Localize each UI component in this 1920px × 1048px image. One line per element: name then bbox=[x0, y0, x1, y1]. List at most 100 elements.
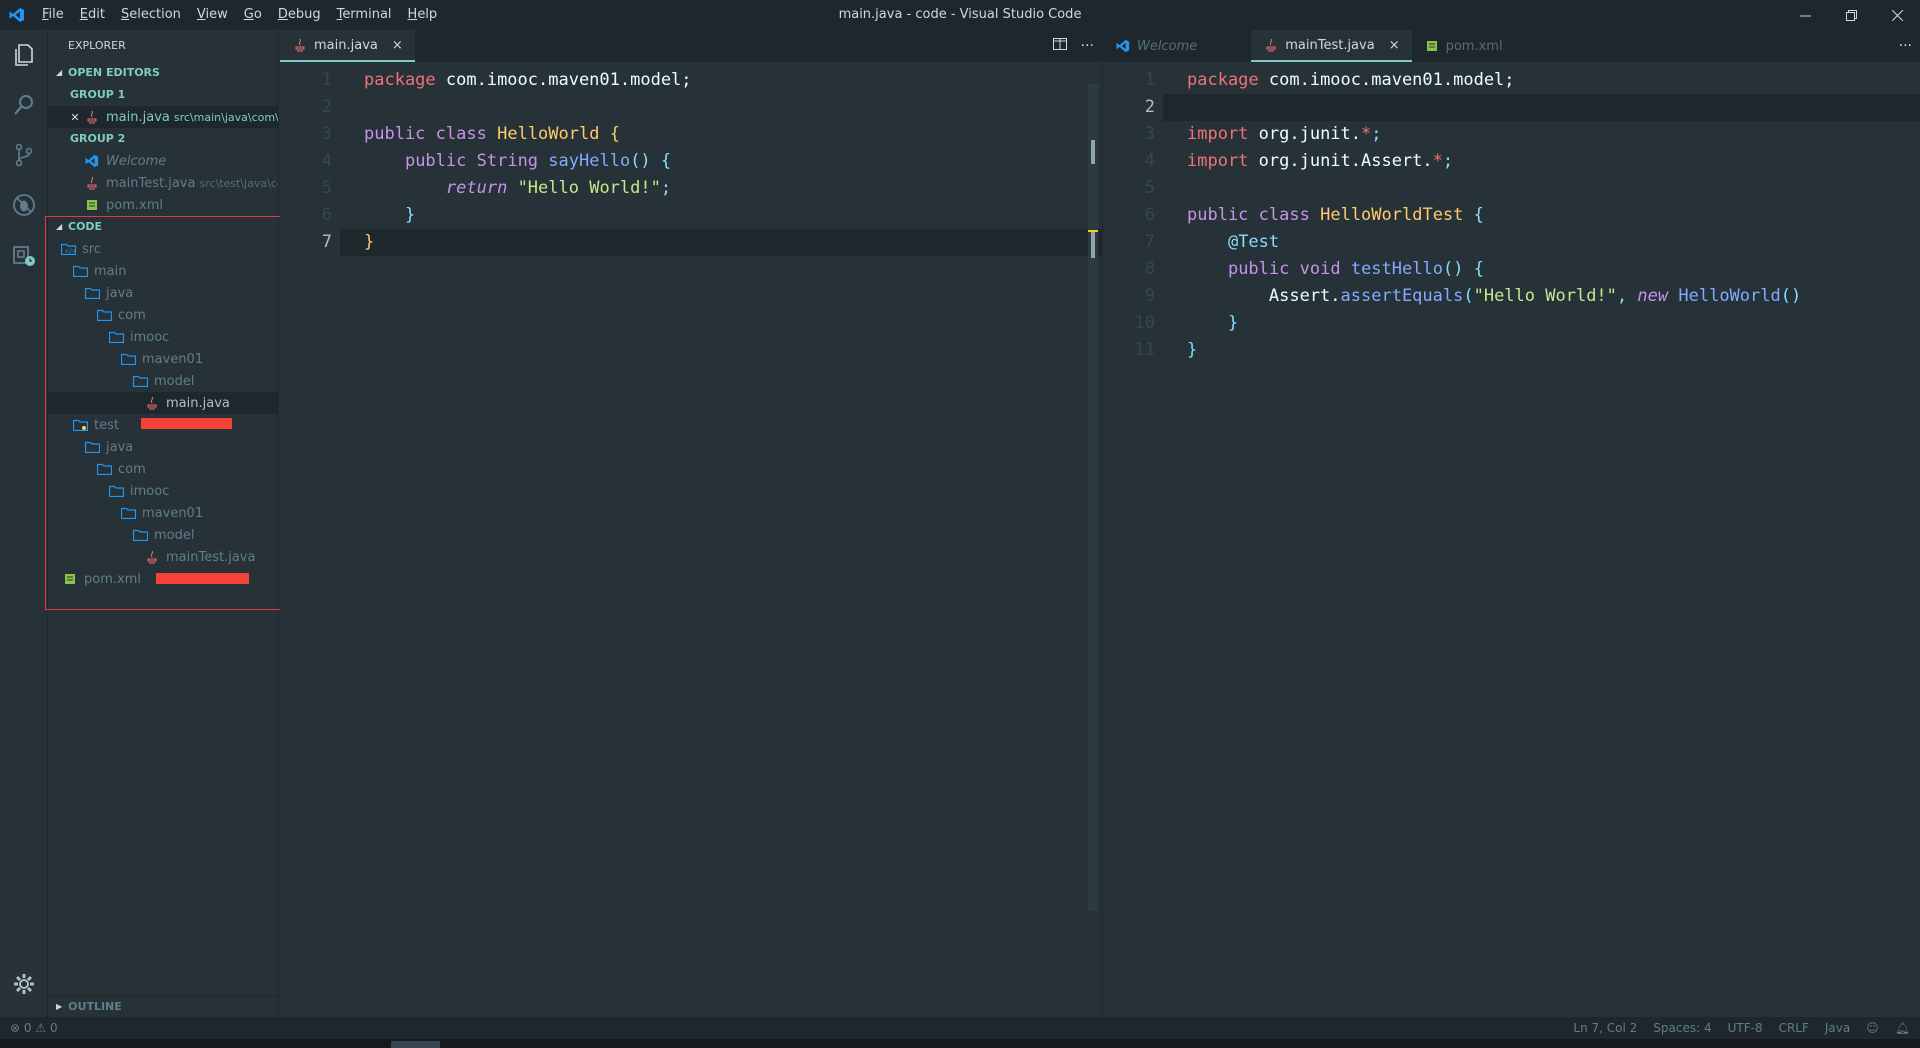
menu-view[interactable]: View bbox=[189, 0, 236, 30]
menu-edit[interactable]: Edit bbox=[72, 0, 113, 30]
tree-folder[interactable]: java bbox=[48, 436, 278, 458]
line-number: 6 bbox=[1144, 205, 1155, 225]
code-line: 9 Assert.assertEquals("Hello World!", ne… bbox=[1103, 283, 1920, 310]
menu-terminal[interactable]: Terminal bbox=[329, 0, 400, 30]
tree-folder[interactable]: com bbox=[48, 458, 278, 480]
tree-item-label: test bbox=[94, 417, 119, 433]
open-editor-welcome[interactable]: Welcome bbox=[48, 150, 278, 172]
tree-item-label: pom.xml bbox=[84, 571, 141, 587]
line-number: 6 bbox=[321, 205, 332, 225]
line-ending[interactable]: CRLF bbox=[1779, 1021, 1809, 1035]
tree-folder[interactable]: com bbox=[48, 304, 278, 326]
line-number: 4 bbox=[321, 151, 332, 171]
code-text: } bbox=[1187, 340, 1198, 360]
code-text: public class HelloWorld { bbox=[364, 124, 620, 144]
line-number: 10 bbox=[1134, 313, 1155, 333]
tree-folder[interactable]: imooc bbox=[48, 480, 278, 502]
open-editor-label: main.java bbox=[106, 109, 170, 125]
chevron-right-icon: ▶ bbox=[56, 1002, 63, 1011]
tree-folder[interactable]: model bbox=[48, 524, 278, 546]
source-control-activity[interactable] bbox=[0, 130, 48, 180]
tab-close-button[interactable]: × bbox=[1389, 38, 1400, 53]
open-editor-path: src\main\java\com\i... bbox=[173, 110, 278, 124]
files-icon bbox=[15, 44, 33, 66]
tree-folder[interactable]: maven01 bbox=[48, 348, 278, 370]
encoding[interactable]: UTF-8 bbox=[1728, 1021, 1763, 1035]
tab-main-java[interactable]: main.java × bbox=[280, 30, 415, 62]
code-folder-header[interactable]: ◢ CODE bbox=[48, 216, 278, 238]
tree-item-label: mainTest.java bbox=[166, 549, 256, 565]
code-text: @Test bbox=[1227, 232, 1280, 252]
chevron-down-icon: ◢ bbox=[56, 68, 63, 77]
more-actions-icon[interactable]: ··· bbox=[1081, 38, 1094, 54]
tree-folder[interactable]: java bbox=[48, 282, 278, 304]
tree-folder[interactable]: maven01 bbox=[48, 502, 278, 524]
more-actions-icon[interactable]: ··· bbox=[1899, 38, 1912, 54]
code-line: 10 } bbox=[1103, 310, 1920, 337]
code-line: 1 package com.imooc.maven01.model; bbox=[1103, 67, 1920, 94]
tree-file[interactable]: mainTest.java bbox=[48, 546, 278, 568]
menu-selection[interactable]: Selection bbox=[113, 0, 189, 30]
outline-header[interactable]: ▶ OUTLINE bbox=[48, 995, 279, 1017]
svg-text:</>: </> bbox=[65, 248, 76, 255]
code-editor[interactable]: 1 package com.imooc.maven01.model; 2 3 impor… bbox=[1103, 62, 1920, 364]
line-number: 7 bbox=[1144, 232, 1155, 252]
folder-icon bbox=[120, 505, 136, 521]
menu-file[interactable]: File bbox=[34, 0, 72, 30]
tab-welcome[interactable]: Welcome bbox=[1103, 30, 1251, 62]
indentation[interactable]: Spaces: 4 bbox=[1653, 1021, 1711, 1035]
notifications-bell-icon[interactable]: 🔔︎ bbox=[1895, 1021, 1910, 1035]
tree-item-label: main bbox=[94, 263, 127, 279]
folder-icon bbox=[84, 285, 100, 301]
problems-indicator[interactable]: ⊗ 0 ⚠ 0 bbox=[10, 1021, 58, 1035]
tree-folder[interactable]: main bbox=[48, 260, 278, 282]
minimize-button[interactable] bbox=[1782, 0, 1828, 30]
split-editor-icon[interactable] bbox=[1052, 38, 1067, 54]
title-bar: File Edit Selection View Go Debug Termin… bbox=[0, 0, 1920, 30]
gear-icon bbox=[14, 974, 34, 994]
tree-folder[interactable]: </> src bbox=[48, 238, 278, 260]
search-activity[interactable] bbox=[0, 80, 48, 130]
code-line: 6 public class HelloWorldTest { bbox=[1103, 202, 1920, 229]
language-mode[interactable]: Java bbox=[1825, 1021, 1850, 1035]
tab-maintest-java[interactable]: mainTest.java × bbox=[1251, 30, 1412, 62]
code-text: public String sayHello() { bbox=[404, 151, 672, 171]
java-file-icon bbox=[84, 175, 100, 191]
menu-help[interactable]: Help bbox=[400, 0, 446, 30]
scrollbar-thumb[interactable] bbox=[1091, 140, 1095, 164]
tree-folder[interactable]: model bbox=[48, 370, 278, 392]
open-editor-main-java[interactable]: ✕ main.java src\main\java\com\i... bbox=[48, 106, 278, 128]
explorer-activity[interactable] bbox=[0, 30, 48, 80]
close-window-button[interactable] bbox=[1874, 0, 1920, 30]
close-icon bbox=[1891, 9, 1903, 21]
debug-activity[interactable] bbox=[0, 180, 48, 230]
feedback-icon[interactable]: ☺ bbox=[1866, 1021, 1879, 1035]
folder-icon bbox=[84, 439, 100, 455]
menu-go[interactable]: Go bbox=[236, 0, 270, 30]
open-editor-pom-xml[interactable]: pom.xml bbox=[48, 194, 278, 216]
tab-close-button[interactable]: × bbox=[392, 38, 403, 53]
restore-button[interactable] bbox=[1828, 0, 1874, 30]
extensions-activity[interactable] bbox=[0, 230, 48, 280]
tree-file[interactable]: main.java bbox=[48, 392, 278, 414]
menu-debug[interactable]: Debug bbox=[270, 0, 329, 30]
xml-file-icon bbox=[1424, 38, 1440, 54]
search-icon bbox=[14, 95, 33, 115]
tree-folder[interactable]: imooc bbox=[48, 326, 278, 348]
cursor-position[interactable]: Ln 7, Col 2 bbox=[1573, 1021, 1637, 1035]
tab-pom-xml[interactable]: pom.xml bbox=[1412, 30, 1515, 62]
open-editors-header[interactable]: ◢ OPEN EDITORS bbox=[48, 62, 278, 84]
code-editor[interactable]: 1 package com.imooc.maven01.model; 2 3 publi… bbox=[280, 62, 1102, 256]
line-number: 7 bbox=[321, 232, 332, 252]
open-editor-maintest-java[interactable]: mainTest.java src\test\java\co... bbox=[48, 172, 278, 194]
xml-file-icon bbox=[62, 571, 78, 587]
editor-scrollbar[interactable] bbox=[1088, 84, 1098, 911]
close-icon[interactable]: ✕ bbox=[70, 109, 80, 125]
manage-activity[interactable] bbox=[0, 959, 48, 1009]
tree-item-label: imooc bbox=[130, 483, 170, 499]
outline-label: OUTLINE bbox=[68, 1000, 122, 1013]
explorer-title: EXPLORER bbox=[68, 39, 126, 52]
tree-item-label: model bbox=[154, 527, 195, 543]
code-line: 5 return "Hello World!"; bbox=[280, 175, 1102, 202]
code-text: package com.imooc.maven01.model; bbox=[1187, 70, 1515, 90]
